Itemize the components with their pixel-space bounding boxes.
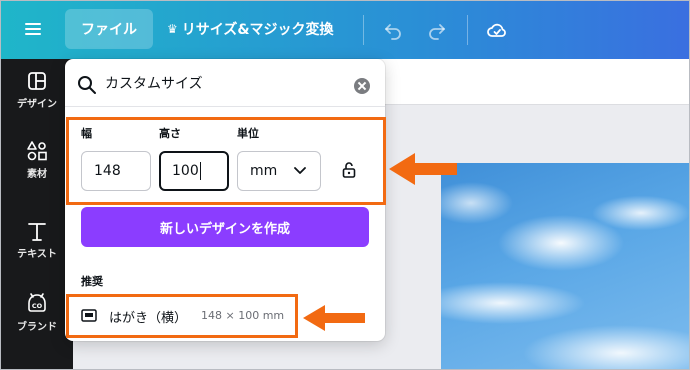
undo-icon[interactable] [381, 18, 405, 42]
size-search-input[interactable] [105, 75, 345, 91]
toolbar-divider [467, 15, 468, 45]
size-search-row [65, 59, 385, 107]
sidebar-item-label: デザイン [17, 99, 57, 110]
sidebar-item-label: 素材 [27, 169, 47, 180]
sidebar-item-text[interactable]: テキスト [1, 209, 73, 271]
design-icon [28, 72, 46, 90]
highlight-box-recommendation [66, 294, 298, 338]
sidebar-item-elements[interactable]: 素材 [1, 129, 73, 191]
create-new-design-button[interactable]: 新しいデザインを作成 [81, 207, 369, 247]
sky-cloud-photo[interactable] [441, 163, 689, 369]
resize-label: リサイズ&マジック変換 [181, 22, 334, 38]
sidebar-item-design[interactable]: デザイン [1, 59, 73, 121]
brand-icon: CO [28, 293, 46, 312]
search-icon [78, 76, 96, 94]
cloud-save-icon[interactable] [485, 18, 509, 42]
file-menu-button[interactable]: ファイル [65, 9, 153, 49]
text-icon [28, 223, 46, 241]
create-new-design-label: 新しいデザインを作成 [159, 221, 290, 237]
redo-icon[interactable] [425, 18, 449, 42]
sidebar-item-brand[interactable]: CO ブランド [1, 281, 73, 343]
elements-icon [27, 141, 47, 161]
clear-search-icon[interactable] [354, 78, 370, 94]
arrow-left-icon [389, 153, 457, 185]
arrow-left-icon [303, 305, 365, 331]
file-menu-label: ファイル [81, 22, 137, 38]
recommend-heading: 推奨 [81, 275, 103, 288]
top-bar: ファイル ♛ リサイズ&マジック変換 [1, 1, 689, 59]
menu-icon[interactable] [25, 21, 43, 37]
sidebar-item-label: ブランド [17, 322, 57, 333]
app-window: ファイル ♛ リサイズ&マジック変換 デザイン 素材 テキスト CO ブランド … [0, 0, 690, 370]
sidebar-item-label: テキスト [17, 249, 57, 260]
toolbar-divider [363, 15, 364, 45]
highlight-box-size-fields [66, 117, 386, 205]
crown-icon: ♛ [167, 22, 178, 36]
resize-magic-switch-button[interactable]: ♛ リサイズ&マジック変換 [167, 9, 334, 49]
svg-text:CO: CO [32, 302, 43, 310]
left-sidebar: デザイン 素材 テキスト CO ブランド [1, 59, 73, 369]
